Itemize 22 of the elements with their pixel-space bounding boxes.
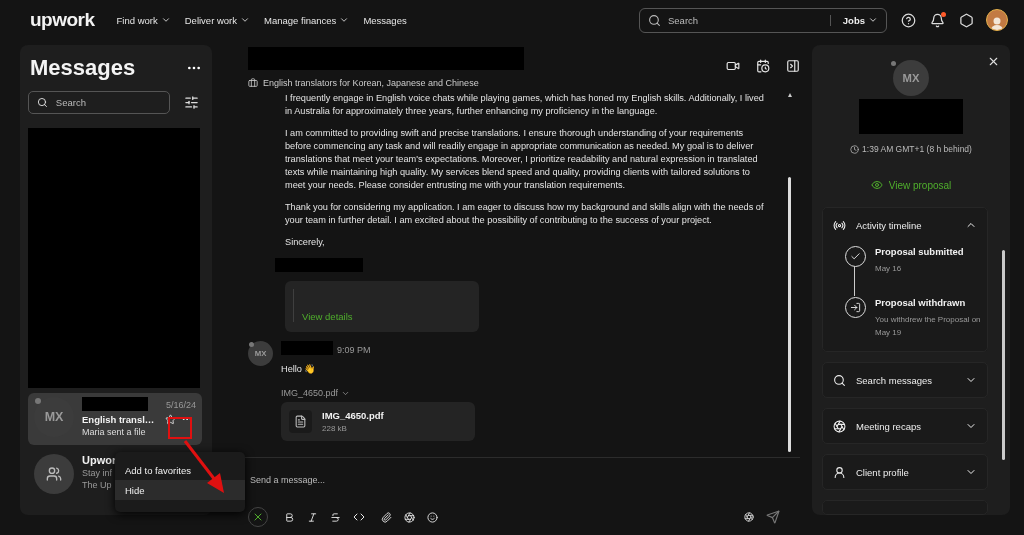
message-time: 9:09 PM bbox=[337, 345, 371, 355]
avatar: MX bbox=[893, 60, 929, 96]
message-text: I frequently engage in English voice chats while playing games, which has honed my English skills. Additionally, I lived in Australia for approximately three years, further enhancing my proficiency in the language. bbox=[285, 92, 765, 118]
conversation-title: English transl… bbox=[82, 413, 155, 425]
message-preview: Stay inf bbox=[82, 468, 112, 478]
file-size: 228 kB bbox=[322, 424, 348, 433]
message-text: Sincerely, bbox=[285, 236, 326, 249]
event-detail: You withdrew the Proposal on May 19 bbox=[875, 314, 982, 339]
event-detail: May 16 bbox=[875, 263, 903, 275]
event-title: Proposal submitted bbox=[875, 246, 965, 257]
panel-title: Messages bbox=[30, 55, 136, 81]
event-title: Proposal withdrawn bbox=[875, 297, 967, 308]
file-name: IMG_4650.pdf bbox=[322, 410, 384, 421]
date-text: 5/16/24 bbox=[165, 400, 196, 411]
message-preview: The Up bbox=[82, 480, 112, 490]
message-text: Thank you for considering my application. I am eager to discuss how my background and skills align with the needs of your team in further detail. I am excited about the possibility of contributing to the success of your project. bbox=[285, 201, 765, 227]
job-title: English translators for Korean, Japanese and Chinese bbox=[263, 78, 479, 88]
message-text: I am committed to providing swift and precise translations. I ensure thorough understanding of your requirements before commencing any task and will readily engage in appropriate communication as needed. My goal is to deliver translations that meet your team's expectations. Moreover, I prioritize readability and natural expression in translated texts while maintaining high quality. My services blend speed and quality, providing clients with tailored solutions to meet your needs. Please consider entrusting me with your translation requirements. bbox=[285, 127, 759, 192]
message-preview: Maria sent a file bbox=[82, 427, 146, 437]
local-time: 1:39 AM GMT+1 (8 h behind) bbox=[862, 144, 972, 154]
conversation-title: Upwor bbox=[82, 454, 117, 466]
message-text: Hello 👋 bbox=[281, 363, 317, 376]
